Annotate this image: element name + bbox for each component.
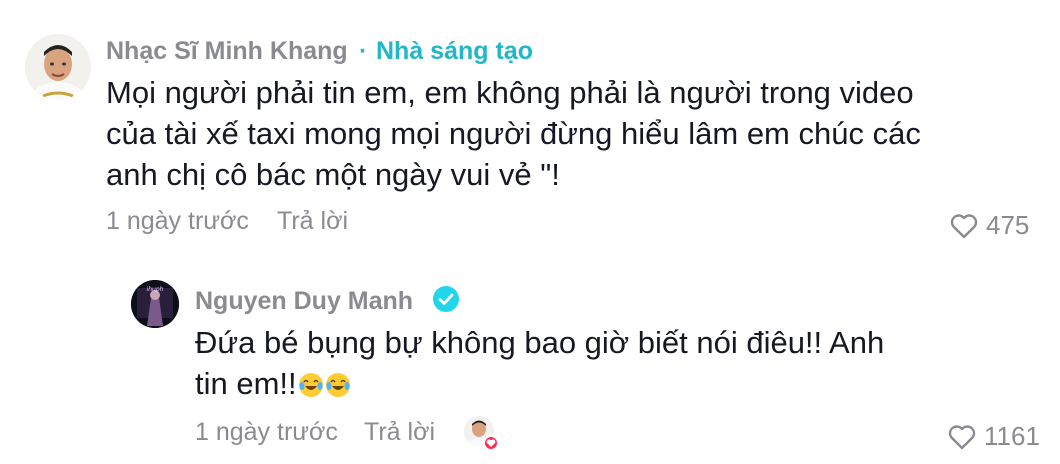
like-count: 1161: [984, 421, 1040, 451]
verified-badge-icon: [433, 286, 459, 312]
comment-text: Đứa bé bụng bự không bao giờ biết nói đi…: [195, 322, 915, 404]
comment-timestamp: 1 ngày trước: [106, 207, 249, 235]
heart-icon: [948, 424, 976, 449]
like-button[interactable]: 475: [950, 210, 1029, 241]
comment-username[interactable]: Nhạc Sĩ Minh Khang: [106, 37, 348, 66]
heart-icon: [950, 213, 978, 238]
separator-dot: ·: [359, 37, 368, 65]
avatar[interactable]: ihuph: [131, 280, 179, 328]
avatar[interactable]: [25, 34, 91, 100]
face-with-tears-of-joy-icon: [325, 373, 350, 397]
reply-button[interactable]: Trả lời: [364, 418, 435, 447]
comment-text: Mọi người phải tin em, em không phải là …: [106, 75, 921, 192]
reply-button[interactable]: Trả lời: [277, 207, 348, 236]
comment-username[interactable]: Nguyen Duy Manh: [195, 287, 413, 316]
creator-badge: Nhà sáng tạo: [376, 37, 533, 65]
creator-liked-indicator: [464, 416, 499, 451]
face-with-tears-of-joy-icon: [298, 373, 323, 397]
like-button[interactable]: 1161: [948, 421, 1040, 452]
svg-text:ihuph: ihuph: [147, 286, 164, 293]
heart-icon: [483, 435, 499, 451]
comment-timestamp: 1 ngày trước: [195, 418, 338, 446]
like-count: 475: [986, 210, 1030, 240]
